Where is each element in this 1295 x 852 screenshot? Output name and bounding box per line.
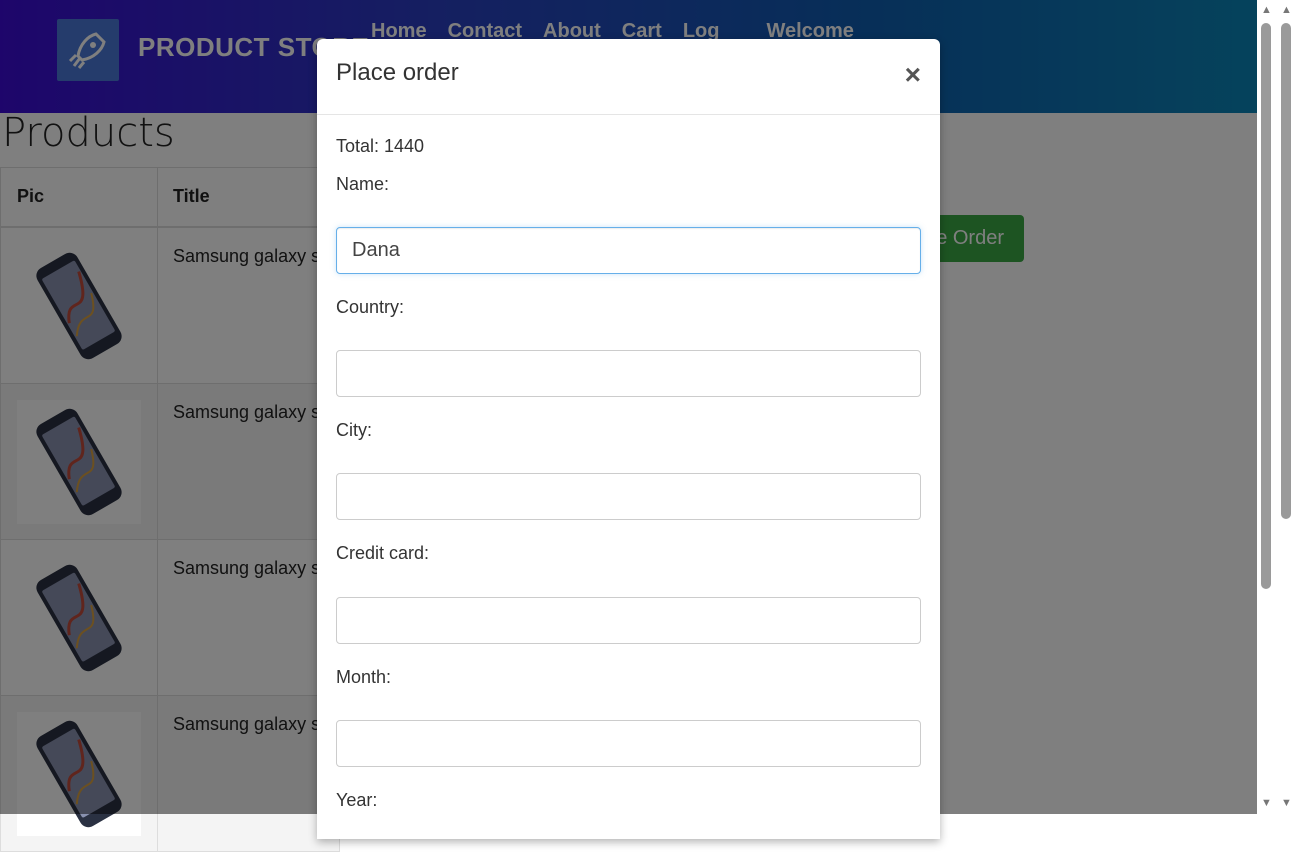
order-total: Total: 1440 [336, 136, 425, 156]
year-label: Year: [336, 790, 378, 810]
modal-title: Place order [336, 59, 459, 86]
city-label: City: [336, 420, 372, 440]
month-label: Month: [336, 667, 392, 687]
modal-scrollbar-thumb[interactable] [1261, 23, 1271, 589]
month-field[interactable] [336, 720, 921, 767]
credit-card-field[interactable] [336, 597, 921, 644]
name-label: Name: [336, 174, 390, 194]
country-field[interactable] [336, 350, 921, 397]
scroll-down-arrow-icon[interactable]: ▼ [1281, 798, 1292, 809]
scroll-up-arrow-icon[interactable]: ▲ [1261, 5, 1272, 16]
credit-card-label: Credit card: [336, 543, 430, 563]
country-label: Country: [336, 297, 405, 317]
modal-header: Place order × [317, 39, 940, 115]
city-field[interactable] [336, 473, 921, 520]
scroll-down-arrow-icon[interactable]: ▼ [1261, 798, 1272, 809]
name-field[interactable] [336, 227, 921, 274]
place-order-modal: Place order × Total: 1440 Name: Country:… [317, 39, 940, 839]
scroll-up-arrow-icon[interactable]: ▲ [1281, 5, 1292, 16]
page-scrollbar-thumb[interactable] [1281, 23, 1291, 519]
close-icon[interactable]: × [905, 61, 921, 89]
